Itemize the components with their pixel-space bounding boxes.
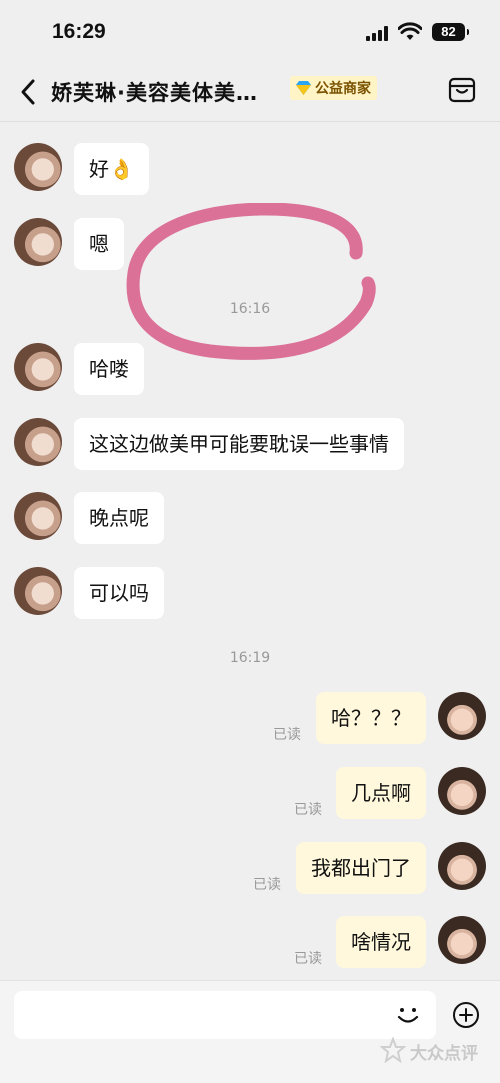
merchant-avatar[interactable] bbox=[14, 567, 62, 615]
message-timestamp: 16:19 bbox=[229, 650, 271, 666]
input-bar: 大众点评 bbox=[0, 980, 500, 1083]
emoji-icon[interactable] bbox=[392, 998, 424, 1030]
battery-indicator: 82 bbox=[432, 23, 469, 41]
read-receipt: 已读 bbox=[273, 727, 301, 743]
charity-merchant-badge[interactable]: 公益商家 bbox=[290, 76, 377, 100]
watermark: 大众点评 bbox=[380, 1037, 494, 1065]
wifi-icon bbox=[398, 22, 422, 40]
message-timestamp: 16:16 bbox=[229, 301, 271, 317]
message-bubble[interactable]: 哈？？？ bbox=[316, 692, 426, 744]
merchant-avatar[interactable] bbox=[14, 418, 62, 466]
message-input[interactable] bbox=[14, 991, 436, 1039]
message-list[interactable]: 好👌 嗯 16:16 哈喽 这这边做美甲可能要耽误一些事情 晚点呢 可以吗 16… bbox=[0, 123, 500, 980]
user-avatar[interactable] bbox=[438, 916, 486, 964]
watermark-text: 大众点评 bbox=[410, 1044, 478, 1064]
back-arrow-icon[interactable] bbox=[14, 74, 44, 110]
merchant-avatar[interactable] bbox=[14, 492, 62, 540]
message-bubble[interactable]: 嗯 bbox=[74, 218, 124, 270]
status-time: 16:29 bbox=[52, 20, 106, 43]
user-avatar[interactable] bbox=[438, 842, 486, 890]
read-receipt: 已读 bbox=[294, 951, 322, 967]
status-bar: 16:29 82 bbox=[0, 0, 500, 62]
message-bubble[interactable]: 这这边做美甲可能要耽误一些事情 bbox=[74, 418, 404, 470]
merchant-avatar[interactable] bbox=[14, 218, 62, 266]
store-icon[interactable] bbox=[448, 76, 476, 104]
watermark-logo-icon bbox=[380, 1037, 406, 1063]
merchant-avatar[interactable] bbox=[14, 343, 62, 391]
message-bubble[interactable]: 晚点呢 bbox=[74, 492, 164, 544]
message-bubble[interactable]: 我都出门了 bbox=[296, 842, 426, 894]
plus-icon[interactable] bbox=[452, 1001, 480, 1029]
message-bubble[interactable]: 哈喽 bbox=[74, 343, 144, 395]
message-bubble[interactable]: 好👌 bbox=[74, 143, 149, 195]
badge-label: 公益商家 bbox=[315, 81, 371, 97]
message-bubble[interactable]: 啥情况 bbox=[336, 916, 426, 968]
signal-icon bbox=[366, 26, 390, 41]
chat-title[interactable]: 娇芙琳·美容美体美… bbox=[51, 77, 258, 107]
diamond-icon bbox=[296, 81, 311, 95]
message-bubble[interactable]: 几点啊 bbox=[336, 767, 426, 819]
read-receipt: 已读 bbox=[294, 802, 322, 818]
user-avatar[interactable] bbox=[438, 692, 486, 740]
read-receipt: 已读 bbox=[253, 877, 281, 893]
merchant-avatar[interactable] bbox=[14, 143, 62, 191]
user-avatar[interactable] bbox=[438, 767, 486, 815]
hand-drawn-circle-annotation bbox=[126, 203, 376, 360]
message-bubble[interactable]: 可以吗 bbox=[74, 567, 164, 619]
chat-header: 娇芙琳·美容美体美… 公益商家 bbox=[0, 62, 500, 122]
